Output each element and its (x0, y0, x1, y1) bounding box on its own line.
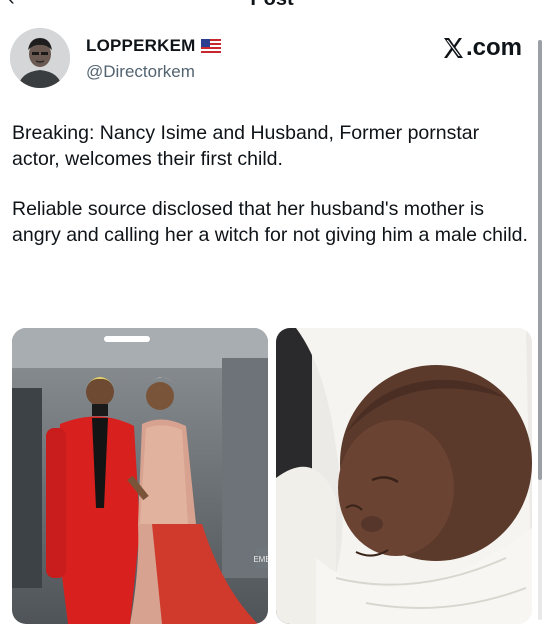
tweet-paragraph: Breaking: Nancy Isime and Husband, Forme… (12, 122, 480, 170)
brand-text: .com (465, 34, 522, 61)
brand-logo[interactable]: .com (441, 34, 522, 62)
avatar[interactable] (10, 28, 70, 88)
top-bar: ‹ Post (0, 0, 544, 10)
author-handle[interactable]: @Directorkem (86, 62, 195, 82)
author-display-name[interactable]: LOPPERKEM (86, 36, 195, 56)
page-title: Post (0, 0, 544, 10)
newborn-photo[interactable] (276, 328, 532, 624)
post-header: LOPPERKEM @Directorkem .com (10, 28, 530, 90)
x-logo-icon (443, 38, 463, 58)
couple-photo[interactable]: EMB (12, 328, 268, 624)
author-name-row: LOPPERKEM (86, 36, 222, 56)
tweet-paragraph: Reliable source disclosed that her husba… (12, 198, 528, 246)
tweet-text: Breaking: Nancy Isime and Husband, Forme… (12, 120, 532, 248)
photo-watermark: EMB (253, 555, 268, 564)
media-grid: EMB (12, 328, 532, 624)
avatar-portrait-icon (10, 28, 70, 88)
newborn-baby-photo-image (276, 328, 532, 624)
scrollbar-thumb[interactable] (538, 40, 542, 480)
couple-photo-image: EMB (12, 328, 268, 624)
us-flag-icon (201, 39, 222, 53)
scrollbar[interactable] (538, 40, 542, 620)
